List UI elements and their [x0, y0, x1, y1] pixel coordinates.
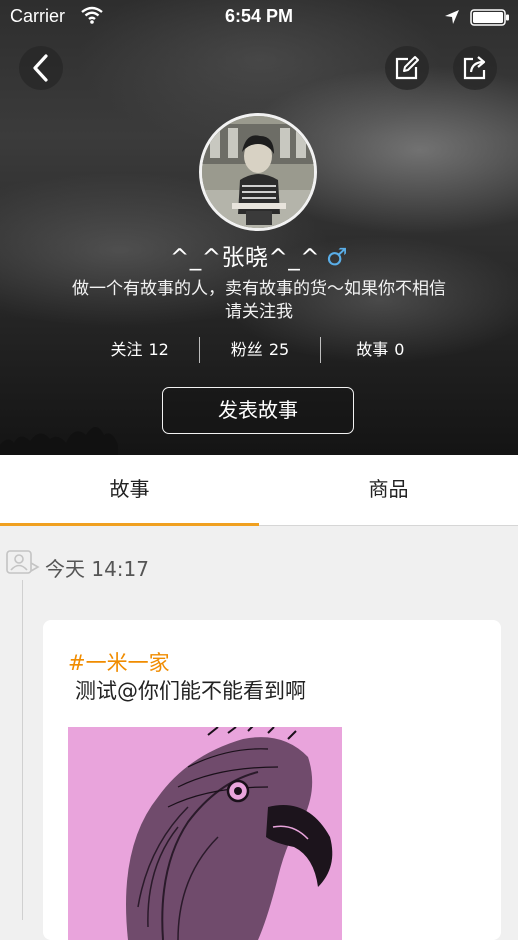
stat-label: 故事 [356, 340, 389, 359]
stat-value: 25 [268, 340, 290, 359]
story-card[interactable]: #一米一家 测试@你们能不能看到啊 [43, 620, 501, 940]
timeline-line [22, 580, 23, 920]
avatar-photo [202, 116, 314, 228]
stat-value: 0 [394, 340, 405, 359]
timeline-user-icon [6, 550, 40, 574]
profile-header: Carrier 6:54 PM ^_^张晓^_^ ♂ 做一个有故事的人，卖有故事… [0, 0, 518, 455]
stat-stories[interactable]: 故事 0 [319, 337, 440, 363]
content-tabs: 故事 商品 [0, 455, 518, 526]
tree-silhouette [0, 427, 118, 455]
story-image[interactable] [68, 727, 342, 940]
stat-label: 关注 [110, 340, 143, 359]
stat-value: 12 [148, 340, 169, 359]
tab-stories[interactable]: 故事 [0, 455, 259, 526]
profile-name-row: ^_^张晓^_^ ♂ [0, 238, 518, 272]
edit-icon [395, 56, 419, 80]
profile-name: ^_^张晓^_^ [169, 245, 321, 271]
share-icon [463, 56, 486, 80]
timeline-time: 今天 14:17 [45, 557, 149, 581]
publish-story-button[interactable]: 发表故事 [162, 387, 354, 434]
stat-label: 粉丝 [230, 340, 263, 359]
tab-products[interactable]: 商品 [259, 455, 518, 525]
male-gender-icon: ♂ [326, 243, 349, 271]
back-button[interactable] [19, 46, 63, 90]
share-button[interactable] [453, 46, 497, 90]
avatar[interactable] [199, 113, 317, 231]
location-arrow-icon [445, 10, 459, 24]
story-text: 测试@你们能不能看到啊 [75, 679, 306, 703]
status-bar: Carrier 6:54 PM [0, 0, 518, 34]
story-tag[interactable]: #一米一家 [68, 647, 170, 677]
edit-profile-button[interactable] [385, 46, 429, 90]
stat-followers[interactable]: 粉丝 25 [199, 337, 319, 363]
profile-stats: 关注 12 粉丝 25 故事 0 [80, 337, 440, 363]
parrot-illustration [68, 727, 342, 940]
profile-bio: 做一个有故事的人，卖有故事的货～如果你不相信请关注我 [72, 279, 446, 322]
clock: 6:54 PM [224, 6, 294, 26]
chevron-left-icon [33, 54, 48, 82]
stat-following[interactable]: 关注 12 [80, 337, 199, 363]
battery-icon [470, 9, 509, 26]
